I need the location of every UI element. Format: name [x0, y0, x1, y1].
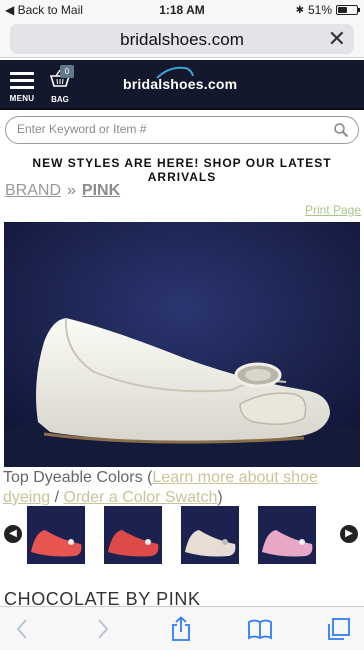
print-page-link[interactable]: Print Page	[305, 203, 361, 217]
breadcrumb-brand[interactable]: BRAND	[5, 182, 61, 199]
breadcrumb-pink[interactable]: PINK	[82, 182, 120, 199]
carousel-next-icon[interactable]: ▶	[340, 525, 358, 543]
carousel-prev-icon[interactable]: ◀	[4, 525, 22, 543]
product-image[interactable]	[4, 222, 360, 467]
colors-tail: )	[217, 489, 223, 506]
promo-banner[interactable]: NEW STYLES ARE HERE! SHOP OUR LATEST ARR…	[0, 156, 364, 184]
site-header: MENU 0 BAG bridalshoes.com	[0, 60, 364, 110]
logo-swoosh-icon	[156, 66, 194, 79]
forward-chevron-icon[interactable]	[89, 616, 115, 642]
close-icon[interactable]: ✕	[328, 26, 346, 52]
address-bar[interactable]: bridalshoes.com ✕	[10, 24, 354, 54]
search-icon[interactable]	[333, 122, 349, 138]
swatch-ivory[interactable]	[181, 506, 239, 564]
menu-label: MENU	[9, 94, 35, 103]
search-input[interactable]	[17, 122, 317, 136]
swatch-red-coral[interactable]	[104, 506, 162, 564]
breadcrumb: BRAND » PINK	[5, 182, 120, 200]
battery-icon	[336, 5, 360, 15]
site-logo[interactable]: bridalshoes.com	[123, 66, 237, 92]
swatch-coral[interactable]	[27, 506, 85, 564]
bag-count-badge: 0	[60, 65, 74, 78]
back-chevron-icon[interactable]	[10, 616, 36, 642]
hamburger-icon	[8, 70, 36, 90]
battery-percent: 51%	[307, 3, 332, 17]
tabs-icon[interactable]	[326, 616, 352, 642]
breadcrumb-separator: »	[67, 182, 76, 199]
share-icon[interactable]	[168, 616, 194, 642]
swatch-pink[interactable]	[258, 506, 316, 564]
bag-label: BAG	[51, 95, 69, 104]
menu-button[interactable]: MENU	[8, 70, 36, 103]
color-swatch-carousel: ◀ ▶	[0, 506, 364, 566]
bookmarks-icon[interactable]	[247, 616, 273, 642]
url-text: bridalshoes.com	[120, 30, 244, 49]
dyeable-colors-text: Top Dyeable Colors (Learn more about sho…	[3, 468, 359, 508]
colors-divider: /	[50, 489, 64, 506]
status-right: ✱ 51%	[295, 3, 360, 17]
browser-toolbar	[0, 606, 364, 650]
bag-button[interactable]: 0 BAG	[48, 65, 74, 104]
order-swatch-link[interactable]: Order a Color Swatch	[64, 489, 218, 506]
colors-lead: Top Dyeable Colors (	[3, 469, 153, 486]
search-box	[5, 116, 359, 144]
browser-address-area: bridalshoes.com ✕	[0, 20, 364, 58]
status-bar: ◀ Back to Mail 1:18 AM ✱ 51%	[0, 0, 364, 20]
bluetooth-icon: ✱	[295, 4, 304, 16]
